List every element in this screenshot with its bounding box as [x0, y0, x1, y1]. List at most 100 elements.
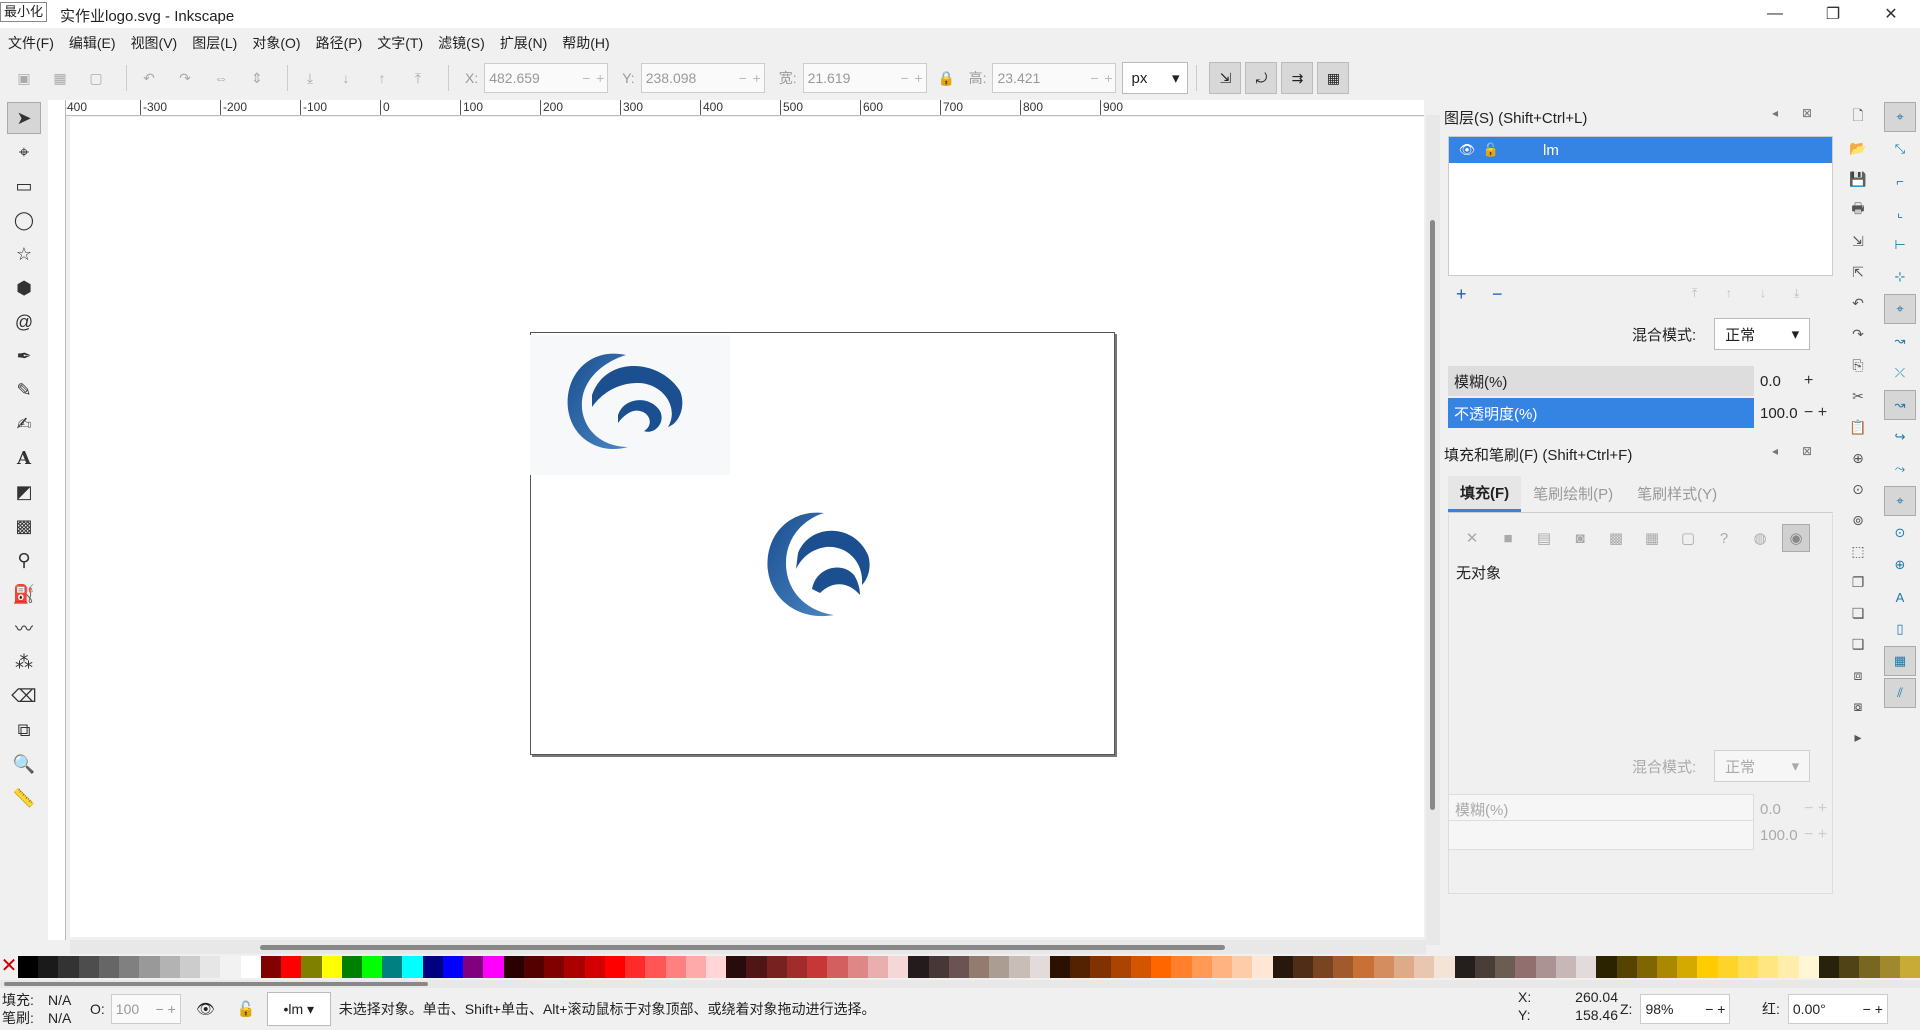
- color-swatch[interactable]: [645, 956, 666, 978]
- snap-rotation-center-icon[interactable]: ⊕: [1884, 550, 1916, 580]
- snap-enable-icon[interactable]: ⌖: [1884, 102, 1916, 132]
- linear-gradient-icon[interactable]: ▤: [1530, 524, 1558, 552]
- logo-swirl-2[interactable]: [750, 497, 890, 637]
- deselect-icon[interactable]: ▢: [82, 64, 110, 92]
- snap-grid-icon[interactable]: ▦: [1884, 646, 1916, 676]
- color-swatch[interactable]: [1697, 956, 1718, 978]
- paste-icon[interactable]: 📋: [1844, 413, 1872, 441]
- color-swatch[interactable]: [807, 956, 828, 978]
- color-swatch[interactable]: [361, 956, 383, 978]
- color-swatch[interactable]: [422, 956, 443, 978]
- ungroup-icon[interactable]: ⧇: [1844, 692, 1872, 720]
- panel-collapse-icon[interactable]: ◂: [1772, 106, 1778, 120]
- color-swatch[interactable]: [1151, 956, 1172, 978]
- export-icon[interactable]: ⇱: [1844, 258, 1872, 286]
- lower-to-bottom-icon[interactable]: ⤓: [296, 64, 324, 92]
- spiral-tool-icon[interactable]: @: [7, 306, 41, 338]
- color-swatch[interactable]: [1090, 956, 1111, 978]
- snap-paths-icon[interactable]: ↝: [1884, 326, 1916, 356]
- zoom-drawing-icon[interactable]: ⊙: [1844, 475, 1872, 503]
- opacity-field[interactable]: 100− +: [110, 994, 181, 1024]
- color-swatch[interactable]: [38, 956, 59, 978]
- star-tool-icon[interactable]: ☆: [7, 238, 41, 270]
- color-swatch[interactable]: [179, 956, 201, 978]
- rotation-field[interactable]: 0.00° − +: [1787, 994, 1888, 1024]
- measure-tool-icon[interactable]: 📏: [7, 782, 41, 814]
- unlink-clone-icon[interactable]: ❑: [1844, 630, 1872, 658]
- horizontal-scrollbar[interactable]: [70, 940, 1426, 954]
- menu-extensions[interactable]: 扩展(N): [500, 33, 547, 53]
- open-icon[interactable]: 📂: [1844, 134, 1872, 162]
- raise-to-top-icon[interactable]: ⤒: [404, 64, 432, 92]
- snap-nodes-icon[interactable]: ⌖: [1884, 294, 1916, 324]
- height-field[interactable]: 23.421− +: [992, 63, 1117, 93]
- color-swatch[interactable]: [1899, 956, 1920, 978]
- fill-opacity-slider[interactable]: [1448, 820, 1754, 850]
- menu-text[interactable]: 文字(T): [377, 33, 423, 53]
- unit-select[interactable]: px ▾: [1122, 62, 1189, 94]
- color-swatch[interactable]: [1535, 956, 1556, 978]
- color-swatch[interactable]: [1778, 956, 1799, 978]
- tab-stroke-paint[interactable]: 笔刷绘制(P): [1521, 476, 1625, 512]
- rotate-cw-icon[interactable]: ↷: [171, 64, 199, 92]
- evenodd-fill-icon[interactable]: ◉: [1782, 524, 1810, 552]
- no-color-swatch[interactable]: ✕: [0, 956, 18, 978]
- zoom-tool-icon[interactable]: 🔍: [7, 748, 41, 780]
- copy-icon[interactable]: ⎘: [1844, 351, 1872, 379]
- paint-bucket-tool-icon[interactable]: ⛽: [7, 578, 41, 610]
- color-swatch[interactable]: [463, 956, 484, 978]
- color-swatch[interactable]: [1029, 956, 1050, 978]
- panel-close-icon[interactable]: ⊠: [1802, 106, 1812, 120]
- snap-bbox-icon[interactable]: ⤡: [1884, 134, 1916, 164]
- pattern-icon[interactable]: ▦: [1638, 524, 1666, 552]
- fill-opacity-value[interactable]: 100.0: [1754, 827, 1804, 844]
- print-icon[interactable]: 🖶: [1844, 196, 1872, 224]
- pencil-tool-icon[interactable]: ✎: [7, 374, 41, 406]
- color-swatch[interactable]: [159, 956, 180, 978]
- calligraphy-tool-icon[interactable]: ✍: [7, 408, 41, 440]
- x-field[interactable]: 482.659− +: [484, 63, 609, 93]
- color-swatch[interactable]: [1070, 956, 1091, 978]
- menu-path[interactable]: 路径(P): [316, 33, 363, 53]
- raise-icon[interactable]: ↑: [368, 64, 396, 92]
- color-swatch[interactable]: [382, 956, 403, 978]
- color-swatch[interactable]: [604, 956, 626, 978]
- menu-view[interactable]: 视图(V): [131, 33, 178, 53]
- color-swatch[interactable]: [1818, 956, 1840, 978]
- color-swatch[interactable]: [78, 956, 99, 978]
- color-swatch[interactable]: [928, 956, 949, 978]
- color-swatch[interactable]: [139, 956, 160, 978]
- scale-corners-icon[interactable]: ⤾: [1245, 62, 1278, 94]
- color-swatch[interactable]: [1393, 956, 1415, 978]
- layer-opacity-value[interactable]: 100.0: [1754, 405, 1804, 422]
- layer-opacity-slider[interactable]: 不透明度(%): [1448, 398, 1754, 428]
- color-swatch[interactable]: [1292, 956, 1313, 978]
- move-patterns-icon[interactable]: ▦: [1317, 62, 1350, 94]
- snap-bbox-corner-icon[interactable]: ⌞: [1884, 198, 1916, 228]
- color-swatch[interactable]: [1798, 956, 1819, 978]
- snap-cusp-icon[interactable]: ↝: [1884, 390, 1916, 420]
- node-tool-icon[interactable]: ⌖: [7, 136, 41, 168]
- color-swatch[interactable]: [544, 956, 565, 978]
- swatch-icon[interactable]: ▢: [1674, 524, 1702, 552]
- color-swatch[interactable]: [726, 956, 747, 978]
- snap-text-baseline-icon[interactable]: A: [1884, 582, 1916, 612]
- color-swatch[interactable]: [523, 956, 545, 978]
- new-document-icon[interactable]: 🗋: [1844, 103, 1872, 131]
- color-swatch[interactable]: [1656, 956, 1678, 978]
- pen-tool-icon[interactable]: ✒: [7, 340, 41, 372]
- color-swatch[interactable]: [1272, 956, 1293, 978]
- text-tool-icon[interactable]: A: [7, 442, 41, 474]
- color-swatch[interactable]: [766, 956, 787, 978]
- eye-icon[interactable]: 👁: [1455, 142, 1479, 158]
- clone-icon[interactable]: ❏: [1844, 599, 1872, 627]
- minimize-button[interactable]: —: [1746, 0, 1804, 28]
- zoom-selection-icon[interactable]: ⊕: [1844, 444, 1872, 472]
- gradient-tool-icon[interactable]: ◩: [7, 476, 41, 508]
- color-swatch[interactable]: [584, 956, 605, 978]
- panel-close-icon[interactable]: ⊠: [1802, 444, 1812, 458]
- layer-visibility-icon[interactable]: 👁: [191, 994, 221, 1024]
- color-swatch[interactable]: [1576, 956, 1597, 978]
- color-swatch[interactable]: [1717, 956, 1738, 978]
- layer-blur-value[interactable]: 0.0: [1754, 373, 1804, 390]
